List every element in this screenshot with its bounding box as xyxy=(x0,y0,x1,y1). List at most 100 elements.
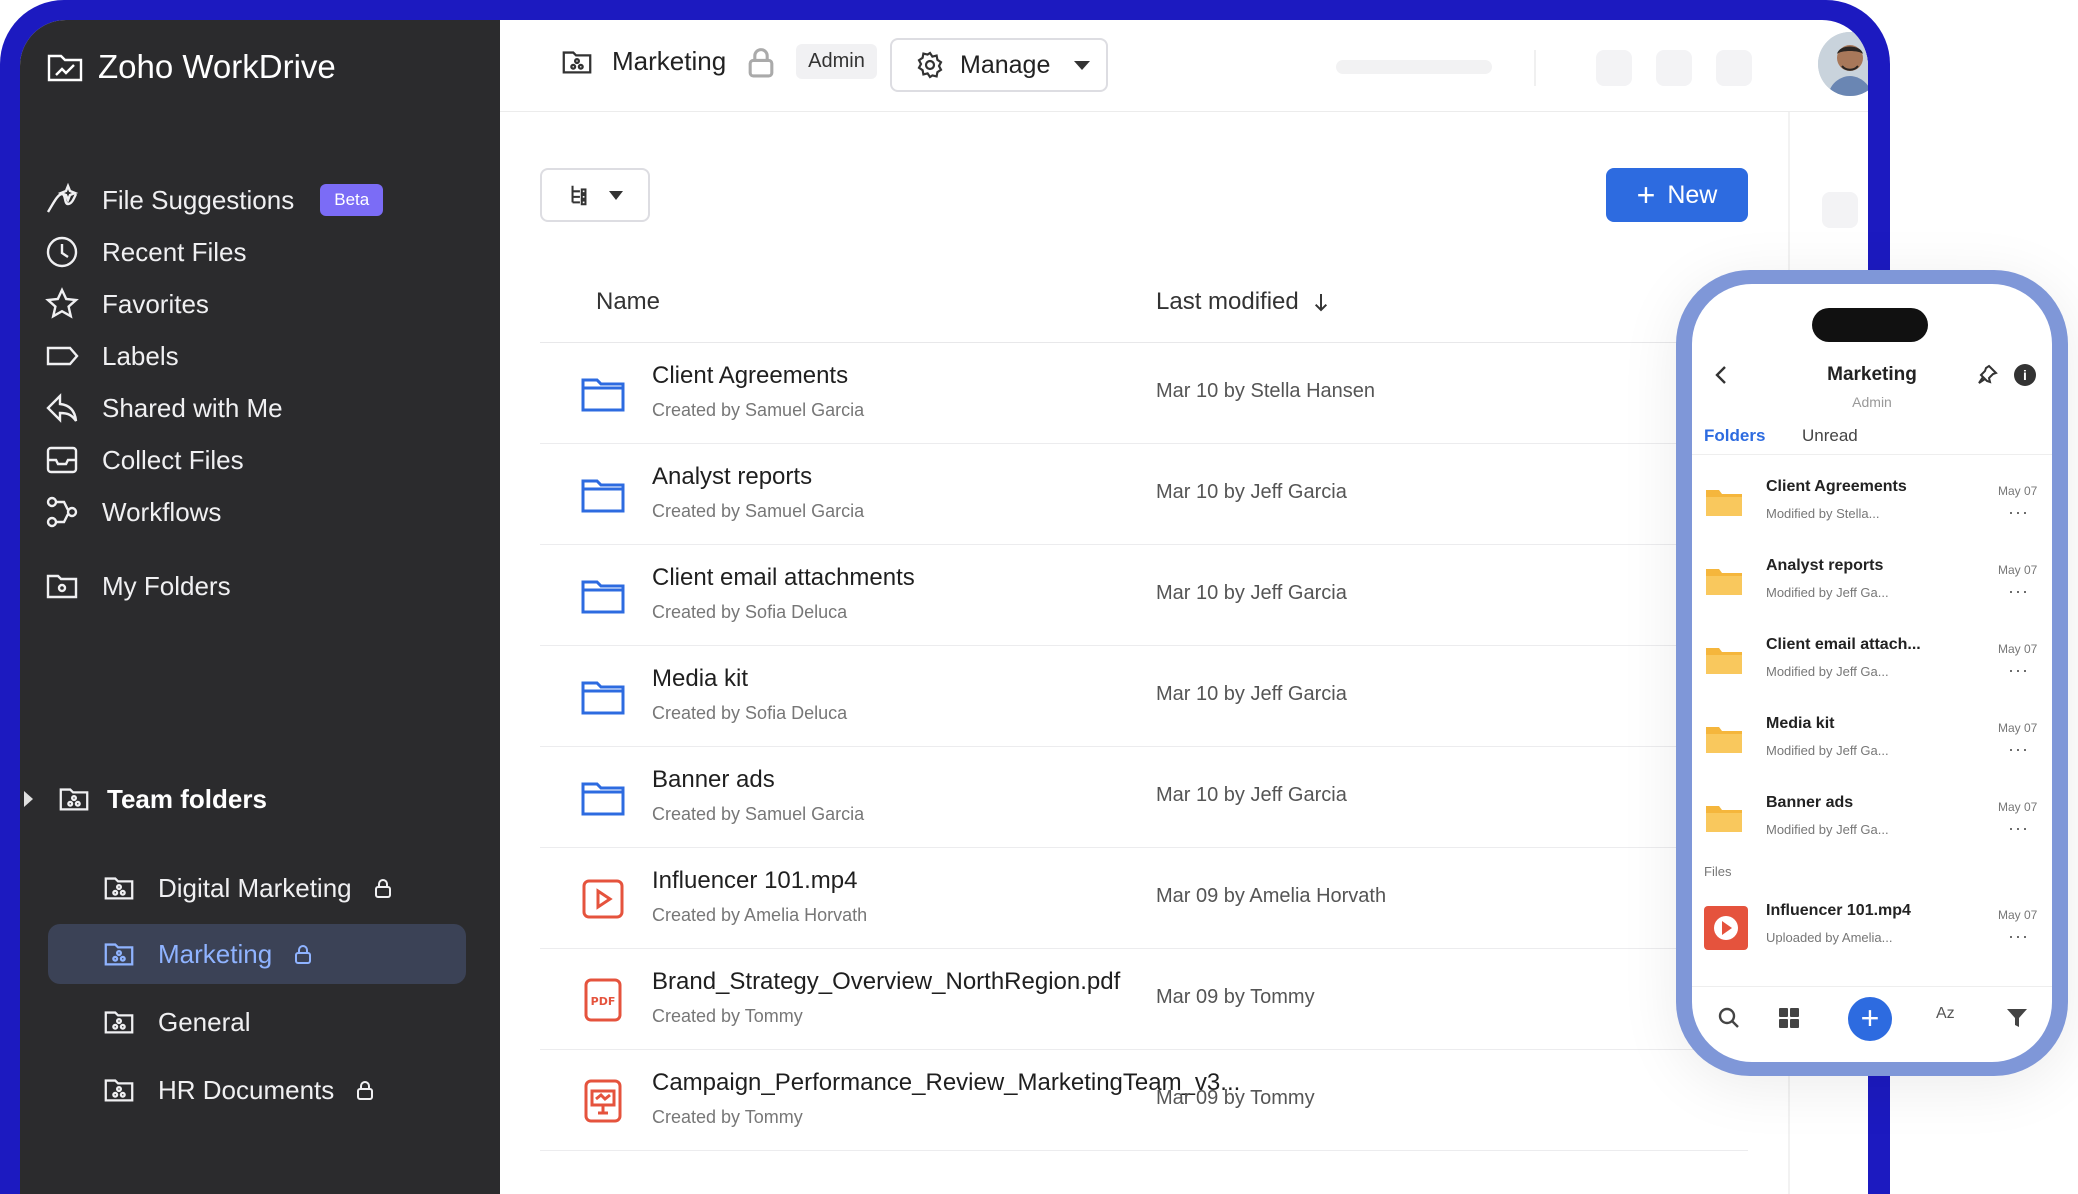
table-row[interactable]: Client Agreements Created by Samuel Garc… xyxy=(540,344,1748,444)
folder-icon xyxy=(1706,569,1742,595)
file-creator: Created by Samuel Garcia xyxy=(652,804,865,824)
placeholder-icon[interactable] xyxy=(1656,50,1692,86)
sidebar-item-labels[interactable]: Labels xyxy=(44,328,474,384)
more-icon[interactable]: ··· xyxy=(2008,818,2029,839)
file-modified: Mar 09 by Amelia Horvath xyxy=(1156,885,1387,907)
lock-icon xyxy=(295,945,312,964)
sparkle-icon xyxy=(46,182,79,213)
svg-text:PDF: PDF xyxy=(591,995,616,1008)
phone-item-date: May 07 xyxy=(1998,563,2038,577)
sort-icon[interactable]: Az xyxy=(1936,1005,1955,1023)
sidebar-item-shared-with-me[interactable]: Shared with Me xyxy=(44,380,474,436)
workflow-icon xyxy=(46,496,78,528)
video-file-icon xyxy=(1704,906,1748,950)
file-modified: Mar 10 by Jeff Garcia xyxy=(1156,582,1347,604)
sidebar-item-recent-files[interactable]: Recent Files xyxy=(44,224,474,280)
phone-item-name: Client email attach... xyxy=(1766,636,1921,653)
team-folder-icon xyxy=(104,1079,134,1102)
gear-icon xyxy=(917,51,943,79)
file-modified: Mar 10 by Jeff Garcia xyxy=(1156,784,1347,806)
new-button[interactable]: + New xyxy=(1606,168,1748,222)
arrow-down-icon xyxy=(1314,294,1327,312)
sidebar-item-collect-files[interactable]: Collect Files xyxy=(44,432,474,488)
filter-icon[interactable] xyxy=(2004,1005,2030,1031)
table-row[interactable]: Analyst reports Created by Samuel Garcia… xyxy=(540,445,1748,545)
table-row[interactable]: Media kit Created by Sofia Deluca Mar 10… xyxy=(540,647,1748,747)
placeholder-icon[interactable] xyxy=(1822,192,1858,228)
avatar[interactable] xyxy=(1818,32,1868,96)
column-header-name[interactable]: Name xyxy=(596,288,660,316)
info-icon[interactable]: i xyxy=(2014,364,2036,386)
sidebar-item-label: Workflows xyxy=(102,496,222,527)
placeholder-icon[interactable] xyxy=(1716,50,1752,86)
phone-mockup: Marketing Admin i Folders Unread Client … xyxy=(1676,270,2068,1076)
sidebar-item-workflows[interactable]: Workflows xyxy=(44,484,474,540)
more-icon[interactable]: ··· xyxy=(2008,739,2029,760)
sidebar-item-favorites[interactable]: Favorites xyxy=(44,276,474,332)
table-row[interactable]: Client email attachments Created by Sofi… xyxy=(540,546,1748,646)
phone-tab-folders[interactable]: Folders xyxy=(1704,426,1765,446)
more-icon[interactable]: ··· xyxy=(2008,660,2029,681)
file-creator: Created by Samuel Garcia xyxy=(652,501,865,521)
column-header-modified[interactable]: Last modified xyxy=(1156,288,1329,316)
team-folder-icon xyxy=(104,1011,134,1034)
phone-list-item[interactable]: Client Agreements Modified by Stella... … xyxy=(1692,464,2052,542)
phone-item-name: Analyst reports xyxy=(1766,557,1884,574)
search-icon[interactable] xyxy=(1716,1005,1742,1031)
view-toggle-button[interactable] xyxy=(540,168,650,222)
app-logo[interactable]: Zoho WorkDrive xyxy=(46,48,336,86)
team-folder-hr-documents[interactable]: HR Documents xyxy=(48,1060,466,1120)
team-folder-label: HR Documents xyxy=(158,1074,335,1105)
team-folder-label: General xyxy=(158,1006,251,1037)
grid-icon[interactable] xyxy=(1776,1005,1802,1031)
table-row[interactable]: Banner ads Created by Samuel Garcia Mar … xyxy=(540,748,1748,848)
divider xyxy=(540,342,1748,343)
team-folders-header[interactable]: Team folders xyxy=(24,782,267,816)
more-icon[interactable]: ··· xyxy=(2008,581,2029,602)
team-folder-marketing[interactable]: Marketing xyxy=(48,924,466,984)
file-creator: Created by Sofia Deluca xyxy=(652,703,848,723)
lock-icon xyxy=(374,879,391,898)
more-icon[interactable]: ··· xyxy=(2008,502,2029,523)
sidebar-item-label: My Folders xyxy=(102,570,231,601)
team-folder-digital-marketing[interactable]: Digital Marketing xyxy=(48,858,466,918)
more-icon[interactable]: ··· xyxy=(2008,926,2029,947)
phone-list-item[interactable]: Influencer 101.mp4 Uploaded by Amelia...… xyxy=(1692,888,2052,966)
folder-icon xyxy=(1706,727,1742,753)
beta-badge: Beta xyxy=(320,184,384,216)
phone-item-sub: Modified by Jeff Ga... xyxy=(1766,585,1889,600)
table-row[interactable]: Influencer 101.mp4 Created by Amelia Hor… xyxy=(540,849,1748,949)
phone-list-item[interactable]: Client email attach... Modified by Jeff … xyxy=(1692,622,2052,700)
device-frame: Zoho WorkDrive File Suggestions Beta Rec… xyxy=(0,0,1890,1194)
sidebar-item-label: File Suggestions xyxy=(102,184,295,215)
top-bar: Marketing Admin Manage xyxy=(500,20,1868,112)
add-button[interactable]: + xyxy=(1848,997,1892,1041)
sidebar-item-label: Shared with Me xyxy=(102,392,283,423)
phone-item-date: May 07 xyxy=(1998,642,2038,656)
manage-button[interactable]: Manage xyxy=(890,38,1108,92)
phone-list-item[interactable]: Media kit Modified by Jeff Ga... May 07 … xyxy=(1692,701,2052,779)
phone-list-item[interactable]: Banner ads Modified by Jeff Ga... May 07… xyxy=(1692,780,2052,858)
file-modified: Mar 09 by Tommy xyxy=(1156,986,1315,1008)
team-folder-icon xyxy=(104,943,134,966)
phone-tab-unread[interactable]: Unread xyxy=(1802,426,1858,446)
pin-icon[interactable] xyxy=(1976,364,1998,386)
file-creator: Created by Tommy xyxy=(652,1006,803,1026)
sidebar-item-my-folders[interactable]: My Folders xyxy=(44,558,474,614)
team-folder-general[interactable]: General xyxy=(48,992,466,1052)
team-folder-icon xyxy=(59,788,89,811)
team-folder-label: Marketing xyxy=(158,938,273,969)
star-icon xyxy=(45,287,79,319)
phone-item-date: May 07 xyxy=(1998,908,2038,922)
tree-view-icon xyxy=(571,185,587,206)
phone-list-item[interactable]: Analyst reports Modified by Jeff Ga... M… xyxy=(1692,543,2052,621)
file-name: Influencer 101.mp4 xyxy=(652,867,858,894)
sidebar-item-file-suggestions[interactable]: File Suggestions Beta xyxy=(44,172,474,228)
manage-label: Manage xyxy=(960,50,1051,79)
chevron-right-icon[interactable] xyxy=(24,791,33,807)
table-row[interactable]: PDF Brand_Strategy_Overview_NorthRegion.… xyxy=(540,950,1748,1050)
table-row[interactable]: Campaign_Performance_Review_MarketingTea… xyxy=(540,1051,1748,1151)
breadcrumb: Marketing Admin xyxy=(560,44,877,79)
placeholder-icon[interactable] xyxy=(1596,50,1632,86)
phone-bottom-bar: + Az xyxy=(1692,986,2052,1062)
